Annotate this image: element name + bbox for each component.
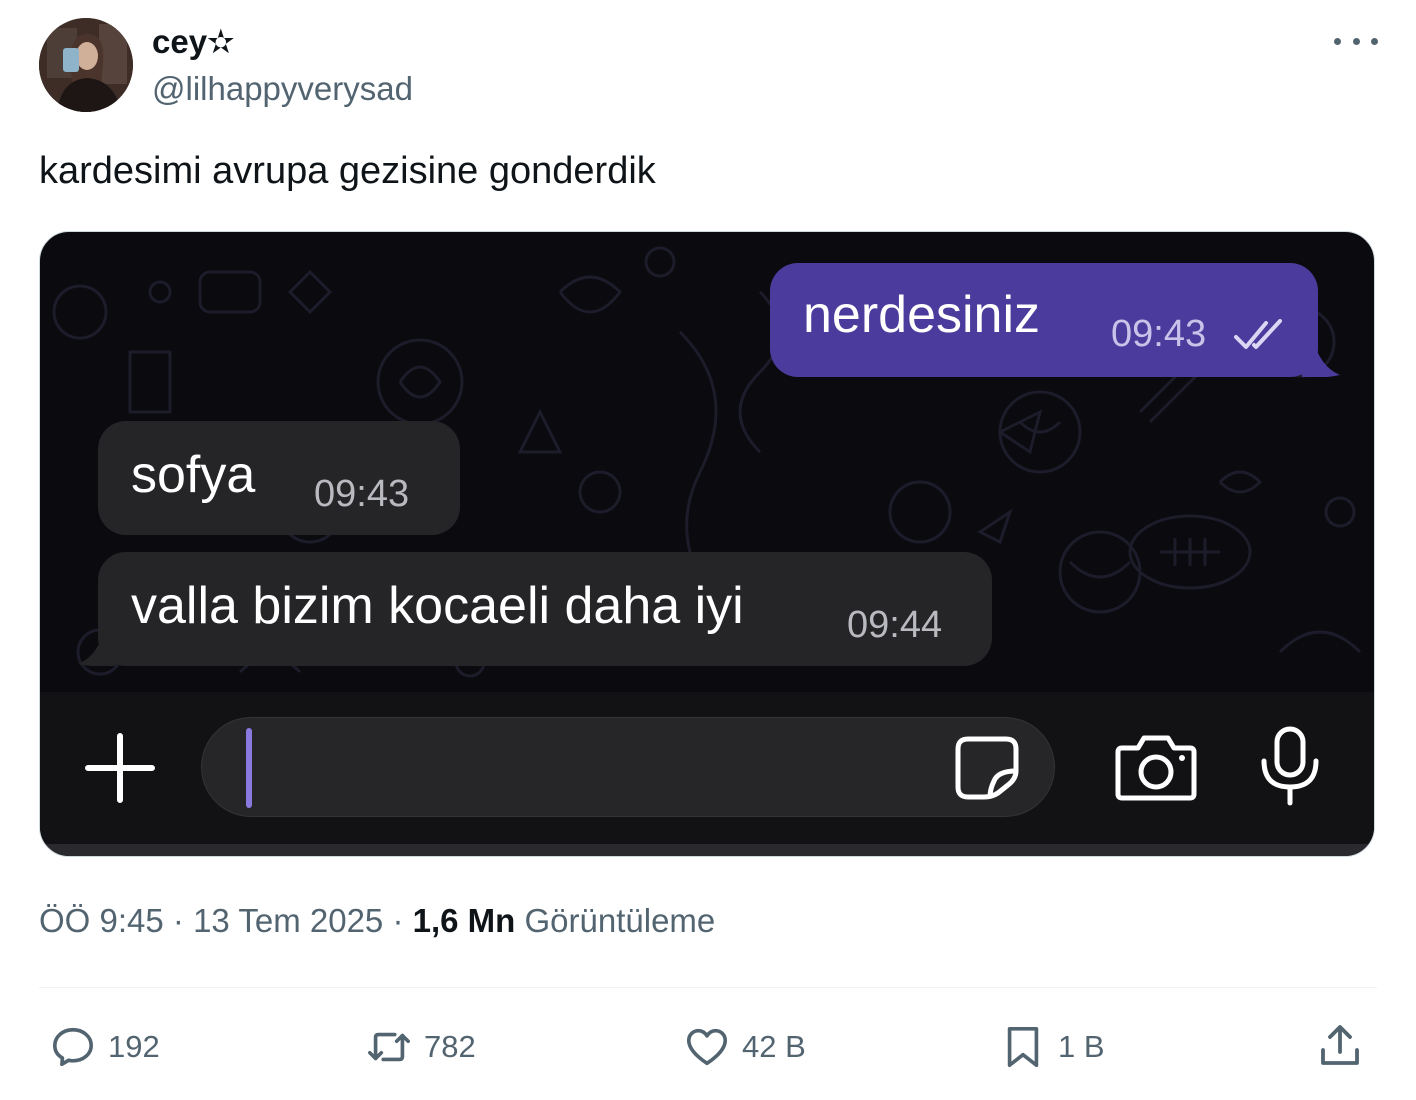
user-handle[interactable]: @lilhappyverysad xyxy=(152,70,413,108)
incoming-message-bubble[interactable]: sofya 09:43 xyxy=(98,421,460,535)
message-text-field[interactable] xyxy=(201,717,1055,817)
more-dot-icon xyxy=(1352,37,1360,45)
camera-icon[interactable] xyxy=(1114,732,1198,802)
message-time: 09:43 xyxy=(314,473,410,515)
more-dot-icon xyxy=(1334,37,1341,45)
message-text: sofya xyxy=(131,446,256,504)
meta-separator: · xyxy=(392,902,404,939)
heart-icon xyxy=(686,1028,728,1066)
repost-icon xyxy=(368,1032,410,1062)
more-options-button[interactable] xyxy=(1334,26,1378,56)
tweet: cey✫ @lilhappyverysad kardesimi avrupa g… xyxy=(0,0,1416,1100)
outgoing-bubble-tail xyxy=(1302,337,1340,377)
repost-button[interactable]: 782 xyxy=(366,1022,476,1072)
bookmark-icon xyxy=(1007,1026,1039,1068)
double-check-icon xyxy=(1234,319,1282,349)
meta-separator: · xyxy=(172,902,184,939)
tweet-media-image[interactable]: nerdesiniz 09:43 sofya 09:43 valla bizim… xyxy=(39,231,1375,857)
message-text: valla bizim kocaeli daha iyi xyxy=(131,577,744,635)
divider xyxy=(39,987,1377,988)
like-button[interactable]: 42 B xyxy=(684,1022,806,1072)
share-icon[interactable] xyxy=(1316,1022,1364,1070)
text-caret xyxy=(246,728,252,808)
repost-count: 782 xyxy=(424,1029,476,1064)
reply-icon xyxy=(52,1027,94,1067)
bookmark-count: 1 B xyxy=(1058,1029,1105,1064)
message-time: 09:43 xyxy=(1111,313,1207,355)
display-name[interactable]: cey✫ xyxy=(152,22,235,61)
more-dot-icon xyxy=(1371,37,1378,45)
message-text: nerdesiniz xyxy=(803,286,1041,344)
avatar-photo xyxy=(39,18,133,112)
tweet-time[interactable]: ÖÖ 9:45 xyxy=(39,902,164,939)
sticker-icon[interactable] xyxy=(954,735,1020,801)
outgoing-message-bubble[interactable]: nerdesiniz 09:43 xyxy=(770,263,1318,377)
incoming-bubble-tail xyxy=(78,626,116,666)
tweet-metadata: ÖÖ 9:45 · 13 Tem 2025 · 1,6 Mn Görüntüle… xyxy=(39,902,715,940)
incoming-message-bubble[interactable]: valla bizim kocaeli daha iyi 09:44 xyxy=(98,552,992,666)
reply-count: 192 xyxy=(108,1029,160,1064)
avatar[interactable] xyxy=(39,18,133,112)
bookmark-button[interactable]: 1 B xyxy=(1000,1022,1105,1072)
views-label: Görüntüleme xyxy=(524,902,716,939)
microphone-icon[interactable] xyxy=(1258,725,1322,807)
message-time: 09:44 xyxy=(847,604,943,646)
views-count: 1,6 Mn xyxy=(412,902,516,939)
input-bar-bottom-edge xyxy=(40,844,1374,856)
tweet-date[interactable]: 13 Tem 2025 xyxy=(193,902,383,939)
tweet-text: kardesimi avrupa gezisine gonderdik xyxy=(39,150,656,192)
reply-button[interactable]: 192 xyxy=(50,1022,160,1072)
plus-icon[interactable] xyxy=(84,732,156,804)
like-count: 42 B xyxy=(742,1029,806,1064)
